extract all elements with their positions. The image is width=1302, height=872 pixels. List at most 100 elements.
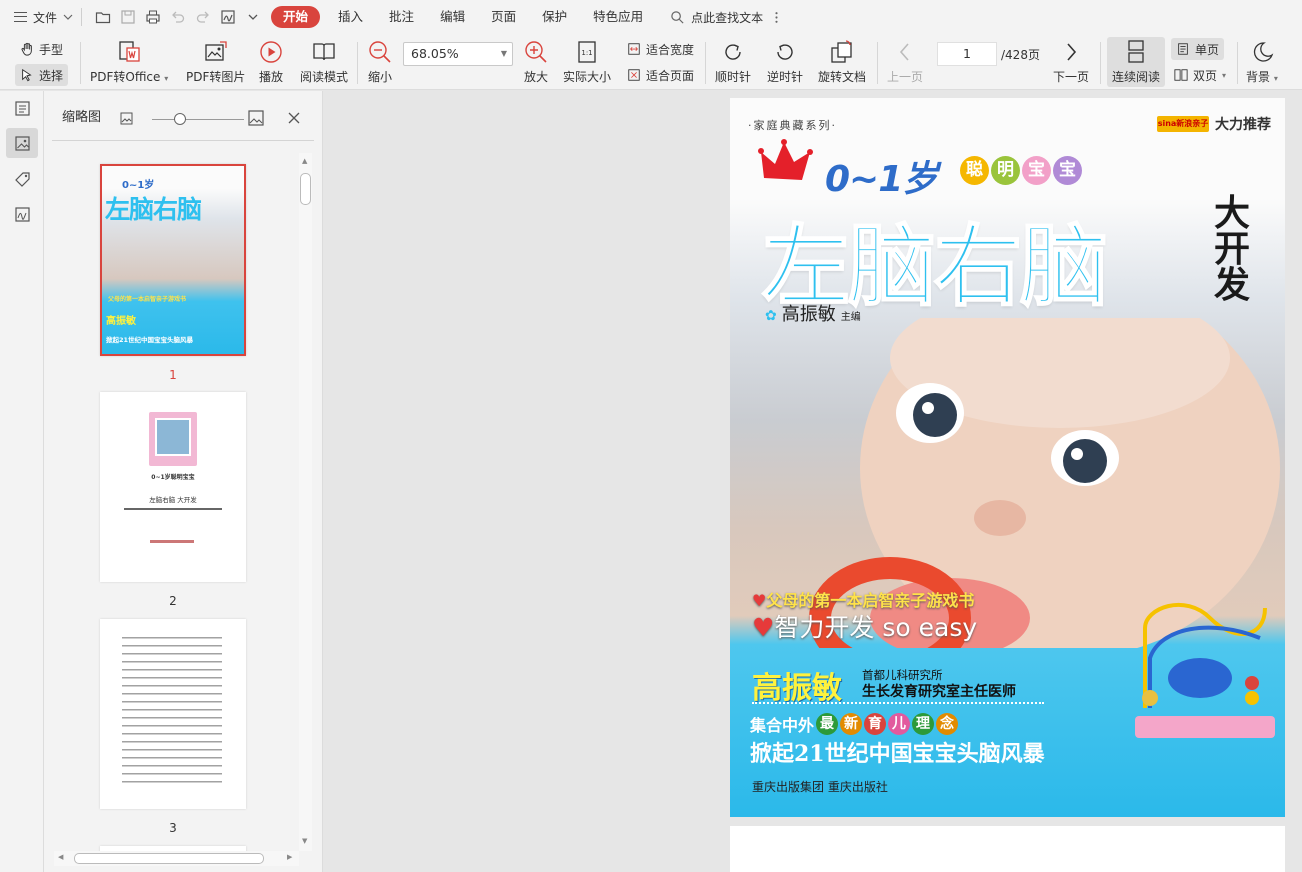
continuous-pages-icon xyxy=(1128,40,1144,63)
cover-smart-char: 明 xyxy=(991,156,1020,185)
cover-publisher: 重庆出版集团 重庆出版社 xyxy=(752,780,888,794)
bookmarks-panel-button[interactable] xyxy=(6,93,38,123)
divider xyxy=(705,42,706,84)
pdf-to-office-button[interactable]: PDF转Office ▾ xyxy=(90,38,168,85)
undo-button[interactable] xyxy=(165,5,190,29)
divider xyxy=(877,42,878,84)
next-page-button[interactable]: 下一页 xyxy=(1053,38,1089,85)
thumb2-line2: 左脑右脑 大开发 xyxy=(149,496,197,504)
print-button[interactable] xyxy=(140,5,165,29)
tab-start[interactable]: 开始 xyxy=(271,6,321,28)
cover-smart-char: 聪 xyxy=(960,156,989,185)
zoom-out-button[interactable]: 缩小 xyxy=(367,38,393,85)
page-total: /428页 xyxy=(1001,48,1040,62)
rotate-counterclockwise-button[interactable]: 逆时针 xyxy=(767,38,803,85)
background-button[interactable]: 背景 ▾ xyxy=(1246,38,1278,85)
chevron-left-icon xyxy=(899,43,909,61)
cover-tagline-2-text: 智力开发 so easy xyxy=(774,613,978,642)
thumbnail-page-1[interactable]: 0~1岁 左脑右脑 父母的第一本启智亲子游戏书 高振敏 掀起21世纪中国宝宝头脑… xyxy=(100,164,246,356)
fit-page-button[interactable]: 适合页面 xyxy=(627,64,694,86)
cover-position: 生长发育研究室主任医师 xyxy=(862,684,1016,700)
thumb-photo xyxy=(155,418,191,456)
read-mode-button[interactable]: 阅读模式 xyxy=(300,38,348,85)
thumbnail-size-slider[interactable] xyxy=(152,119,244,120)
select-tool-button[interactable]: 选择 xyxy=(15,64,69,86)
tab-features[interactable]: 特色应用 xyxy=(580,6,656,28)
tab-insert[interactable]: 插入 xyxy=(325,6,376,28)
divider xyxy=(752,702,1044,704)
cover-collect-prefix: 集合中外 xyxy=(750,716,815,735)
hand-tool-button[interactable]: 手型 xyxy=(20,38,63,60)
cover-smart-baby: 聪 明 宝 宝 xyxy=(960,156,1082,185)
zoom-in-label: 放大 xyxy=(523,70,548,84)
scrollbar-thumb[interactable] xyxy=(300,173,311,205)
document-view[interactable]: ·家庭典藏系列· sina新浪亲子 大力推荐 0~1岁 聪 明 宝 宝 左脑右脑… xyxy=(324,91,1302,872)
thumbnail-horizontal-scrollbar[interactable]: ◀ ▶ xyxy=(54,851,299,866)
open-file-button[interactable] xyxy=(90,5,115,29)
thumbnail-page-number: 1 xyxy=(169,368,177,382)
thumbnail-size-slider-handle[interactable] xyxy=(174,113,186,125)
signature-icon xyxy=(220,10,235,24)
zoom-level-select[interactable]: 68.05% ▼ xyxy=(403,42,513,66)
hamburger-icon xyxy=(14,12,27,22)
tab-edit[interactable]: 编辑 xyxy=(427,6,478,28)
zoom-in-button[interactable]: 放大 xyxy=(523,38,549,85)
cover-series: ·家庭典藏系列· xyxy=(748,119,837,132)
find-text-box[interactable]: 点此查找文本 xyxy=(670,9,784,26)
toy-illustration xyxy=(1135,602,1275,738)
thumb-cover-title: 左脑右脑 xyxy=(105,195,202,224)
cover-storm: 掀起21世纪中国宝宝头脑风暴 xyxy=(750,741,1045,767)
file-menu[interactable]: 文件 xyxy=(14,5,73,29)
cover-collect-char: 育 xyxy=(864,713,887,735)
actual-size-button[interactable]: 1:1 实际大小 xyxy=(563,38,611,85)
thumbnail-page-number: 3 xyxy=(169,821,177,835)
crown-icon xyxy=(758,139,813,180)
thumbnail-vertical-scrollbar[interactable]: ▲ ▼ xyxy=(299,153,312,851)
actual-size-label: 实际大小 xyxy=(563,70,612,84)
fit-page-label: 适合页面 xyxy=(646,68,695,83)
scrollbar-thumb[interactable] xyxy=(74,853,264,864)
save-button[interactable] xyxy=(115,5,140,29)
thumbnail-page-2[interactable]: 0~1岁聪明宝宝 左脑右脑 大开发 xyxy=(100,392,246,582)
pdf-to-image-label: PDF转图片 xyxy=(186,70,246,84)
pdf-to-image-button[interactable]: PDF转图片 xyxy=(186,38,245,85)
cover-collect-char: 念 xyxy=(936,713,959,735)
quick-access-more-button[interactable] xyxy=(240,5,265,29)
continuous-reading-label: 连续阅读 xyxy=(1111,70,1160,84)
single-page-button[interactable]: 单页 xyxy=(1171,38,1225,60)
continuous-reading-button[interactable]: 连续阅读 xyxy=(1107,37,1165,87)
scroll-up-arrow-icon[interactable]: ▲ xyxy=(302,157,307,165)
rotate-clockwise-label: 顺时针 xyxy=(715,70,752,84)
book-open-icon xyxy=(313,43,335,61)
undo-icon xyxy=(171,11,184,23)
scroll-left-arrow-icon[interactable]: ◀ xyxy=(58,853,63,861)
annotations-panel-button[interactable] xyxy=(6,164,38,194)
close-icon[interactable] xyxy=(288,112,300,124)
fit-width-button[interactable]: 适合宽度 xyxy=(627,38,694,60)
actual-size-icon-text: 1:1 xyxy=(581,49,592,57)
double-page-button[interactable]: 双页 ▾ xyxy=(1174,64,1226,86)
list-icon xyxy=(14,100,30,116)
divider xyxy=(1100,42,1101,84)
rotate-document-button[interactable]: 旋转文档 xyxy=(818,38,866,85)
scroll-right-arrow-icon[interactable]: ▶ xyxy=(287,853,292,861)
thumbnails-panel-button[interactable] xyxy=(6,128,38,158)
pdf-to-office-label: PDF转Office xyxy=(90,70,161,84)
rotate-clockwise-button[interactable]: 顺时针 xyxy=(715,38,751,85)
chevron-down-icon: ▾ xyxy=(1222,70,1227,80)
tab-page[interactable]: 页面 xyxy=(478,6,529,28)
tab-annotate[interactable]: 批注 xyxy=(376,6,427,28)
page-number-value: 1 xyxy=(963,46,971,61)
cover-recommend: sina新浪亲子 大力推荐 xyxy=(1157,114,1271,134)
tab-protect[interactable]: 保护 xyxy=(529,6,580,28)
thumbnail-page-3[interactable] xyxy=(100,619,246,809)
tag-icon xyxy=(14,171,30,187)
sign-button[interactable] xyxy=(215,5,240,29)
page-number-input[interactable]: 1 xyxy=(937,42,997,66)
redo-button[interactable] xyxy=(190,5,215,29)
previous-page-button[interactable]: 上一页 xyxy=(887,38,923,85)
signature-panel-button[interactable] xyxy=(6,199,38,229)
scroll-down-arrow-icon[interactable]: ▼ xyxy=(302,837,307,845)
rotate-document-label: 旋转文档 xyxy=(818,70,867,84)
play-button[interactable]: 播放 xyxy=(258,38,284,85)
